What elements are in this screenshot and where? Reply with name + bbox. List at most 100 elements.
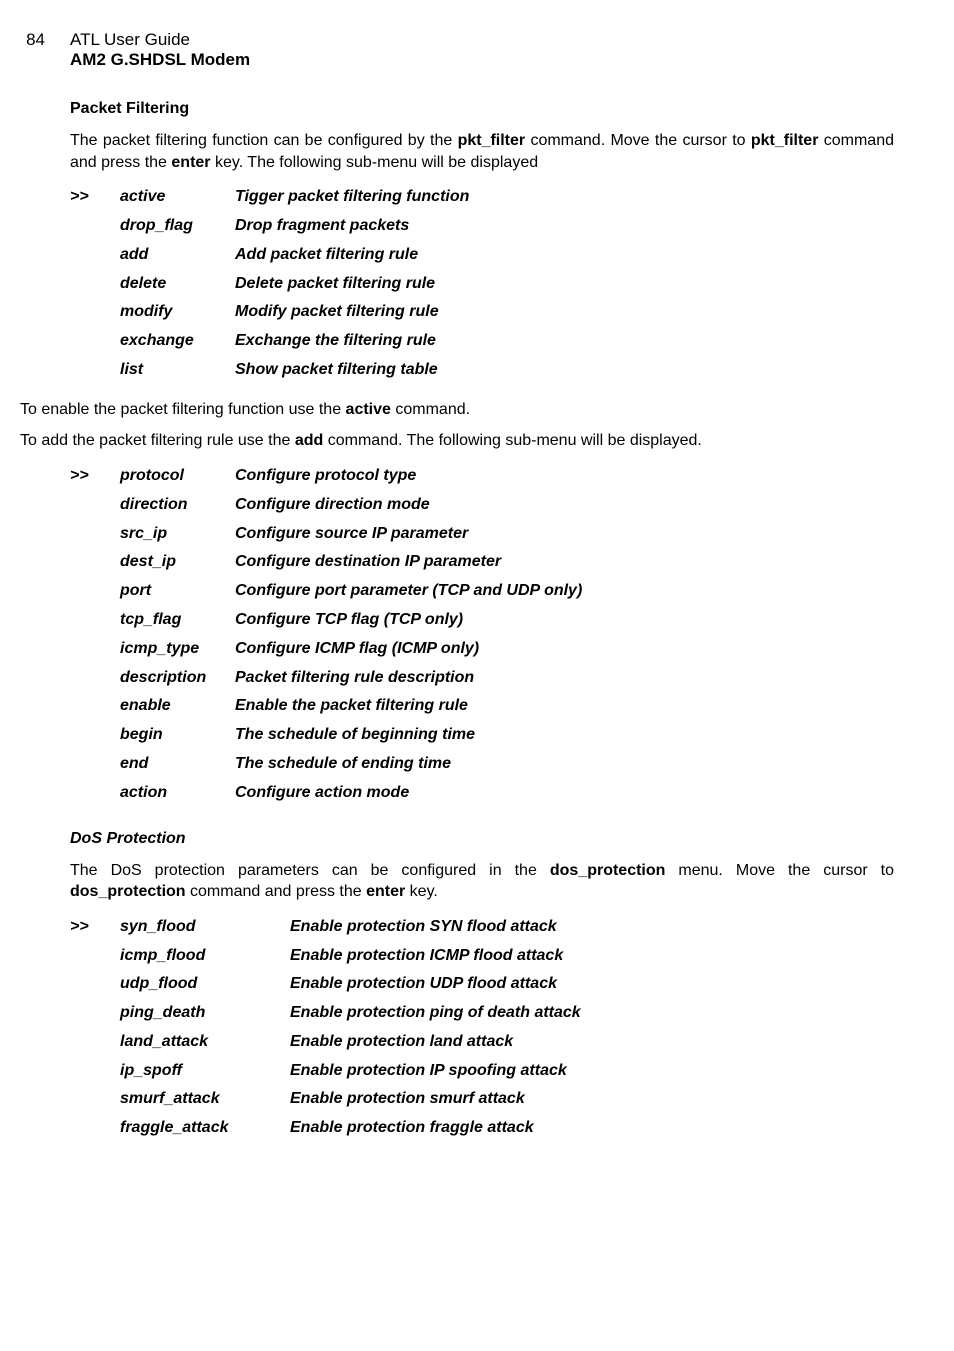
command-row: smurf_attackEnable protection smurf atta… bbox=[70, 1085, 894, 1114]
command-description: Enable the packet filtering rule bbox=[235, 692, 894, 721]
text: menu. Move the cursor to bbox=[665, 862, 894, 879]
command-row: udp_floodEnable protection UDP flood att… bbox=[70, 970, 894, 999]
command-name: list bbox=[120, 356, 235, 385]
command-description: Enable protection ICMP flood attack bbox=[290, 942, 894, 971]
command-description: Drop fragment packets bbox=[235, 212, 894, 241]
text: The DoS protection parameters can be con… bbox=[70, 862, 550, 879]
command-name: add bbox=[120, 241, 235, 270]
command-description: Configure direction mode bbox=[235, 491, 894, 520]
text: key. bbox=[405, 883, 438, 900]
command-description: Exchange the filtering rule bbox=[235, 327, 894, 356]
command-prompt bbox=[70, 356, 120, 385]
text: command. Move the cursor to bbox=[525, 132, 751, 149]
command-name: dos_protection bbox=[550, 862, 666, 879]
dos-protection-menu: >>syn_floodEnable protection SYN flood a… bbox=[70, 913, 894, 1143]
command-description: Configure protocol type bbox=[235, 462, 894, 491]
section-heading-packet-filtering: Packet Filtering bbox=[70, 100, 894, 118]
command-row: dest_ipConfigure destination IP paramete… bbox=[70, 548, 894, 577]
command-name: exchange bbox=[120, 327, 235, 356]
command-description: Packet filtering rule description bbox=[235, 664, 894, 693]
command-name: udp_flood bbox=[120, 970, 290, 999]
command-name: src_ip bbox=[120, 520, 235, 549]
command-prompt: >> bbox=[70, 183, 120, 212]
packet-filtering-add: To add the packet filtering rule use the… bbox=[20, 430, 894, 452]
command-row: directionConfigure direction mode bbox=[70, 491, 894, 520]
command-row: listShow packet filtering table bbox=[70, 356, 894, 385]
document-page: 84 ATL User Guide AM2 G.SHDSL Modem Pack… bbox=[0, 0, 954, 1197]
command-prompt bbox=[70, 970, 120, 999]
command-name: protocol bbox=[120, 462, 235, 491]
command-description: Tigger packet filtering function bbox=[235, 183, 894, 212]
command-description: Delete packet filtering rule bbox=[235, 270, 894, 299]
text: command. The following sub-menu will be … bbox=[323, 432, 702, 449]
command-description: Enable protection SYN flood attack bbox=[290, 913, 894, 942]
command-row: deleteDelete packet filtering rule bbox=[70, 270, 894, 299]
command-prompt bbox=[70, 241, 120, 270]
command-row: >>syn_floodEnable protection SYN flood a… bbox=[70, 913, 894, 942]
command-row: beginThe schedule of beginning time bbox=[70, 721, 894, 750]
command-row: >>protocolConfigure protocol type bbox=[70, 462, 894, 491]
packet-filtering-add-menu: >>protocolConfigure protocol typedirecti… bbox=[70, 462, 894, 808]
command-name: drop_flag bbox=[120, 212, 235, 241]
command-description: Enable protection UDP flood attack bbox=[290, 970, 894, 999]
command-name: direction bbox=[120, 491, 235, 520]
command-description: Configure destination IP parameter bbox=[235, 548, 894, 577]
text: The packet filtering function can be con… bbox=[70, 132, 458, 149]
command-name: end bbox=[120, 750, 235, 779]
text: command. bbox=[391, 401, 470, 418]
command-name: icmp_type bbox=[120, 635, 235, 664]
command-description: Configure TCP flag (TCP only) bbox=[235, 606, 894, 635]
command-name: fraggle_attack bbox=[120, 1114, 290, 1143]
command-prompt: >> bbox=[70, 462, 120, 491]
command-name: modify bbox=[120, 298, 235, 327]
page-number: 84 bbox=[20, 30, 70, 50]
command-name: pkt_filter bbox=[458, 132, 526, 149]
command-description: Enable protection land attack bbox=[290, 1028, 894, 1057]
text: To enable the packet filtering function … bbox=[20, 401, 346, 418]
command-name: ip_spoff bbox=[120, 1057, 290, 1086]
command-prompt bbox=[70, 298, 120, 327]
command-prompt bbox=[70, 942, 120, 971]
command-prompt bbox=[70, 692, 120, 721]
command-name: dest_ip bbox=[120, 548, 235, 577]
command-row: tcp_flagConfigure TCP flag (TCP only) bbox=[70, 606, 894, 635]
command-row: icmp_typeConfigure ICMP flag (ICMP only) bbox=[70, 635, 894, 664]
command-name: dos_protection bbox=[70, 883, 186, 900]
command-row: enableEnable the packet filtering rule bbox=[70, 692, 894, 721]
command-row: land_attackEnable protection land attack bbox=[70, 1028, 894, 1057]
command-prompt bbox=[70, 721, 120, 750]
text: command and press the bbox=[186, 883, 367, 900]
command-prompt: >> bbox=[70, 913, 120, 942]
command-description: Enable protection smurf attack bbox=[290, 1085, 894, 1114]
command-name: pkt_filter bbox=[751, 132, 819, 149]
command-description: The schedule of ending time bbox=[235, 750, 894, 779]
command-prompt bbox=[70, 1085, 120, 1114]
guide-title: ATL User Guide bbox=[70, 30, 894, 50]
command-name: active bbox=[120, 183, 235, 212]
command-prompt bbox=[70, 750, 120, 779]
command-row: endThe schedule of ending time bbox=[70, 750, 894, 779]
command-name: syn_flood bbox=[120, 913, 290, 942]
command-name: land_attack bbox=[120, 1028, 290, 1057]
packet-filtering-intro: The packet filtering function can be con… bbox=[70, 130, 894, 173]
command-prompt bbox=[70, 635, 120, 664]
command-name: active bbox=[346, 401, 391, 418]
command-description: Enable protection fraggle attack bbox=[290, 1114, 894, 1143]
command-description: Modify packet filtering rule bbox=[235, 298, 894, 327]
command-row: exchangeExchange the filtering rule bbox=[70, 327, 894, 356]
command-row: descriptionPacket filtering rule descrip… bbox=[70, 664, 894, 693]
command-prompt bbox=[70, 212, 120, 241]
command-prompt bbox=[70, 577, 120, 606]
key-name: enter bbox=[366, 883, 405, 900]
command-prompt bbox=[70, 1057, 120, 1086]
command-row: ping_deathEnable protection ping of deat… bbox=[70, 999, 894, 1028]
command-prompt bbox=[70, 548, 120, 577]
command-prompt bbox=[70, 520, 120, 549]
packet-filtering-enable: To enable the packet filtering function … bbox=[20, 399, 894, 421]
command-name: port bbox=[120, 577, 235, 606]
command-description: Enable protection IP spoofing attack bbox=[290, 1057, 894, 1086]
command-name: action bbox=[120, 779, 235, 808]
command-prompt bbox=[70, 1114, 120, 1143]
command-row: src_ipConfigure source IP parameter bbox=[70, 520, 894, 549]
header-titles: ATL User Guide AM2 G.SHDSL Modem bbox=[70, 30, 894, 70]
